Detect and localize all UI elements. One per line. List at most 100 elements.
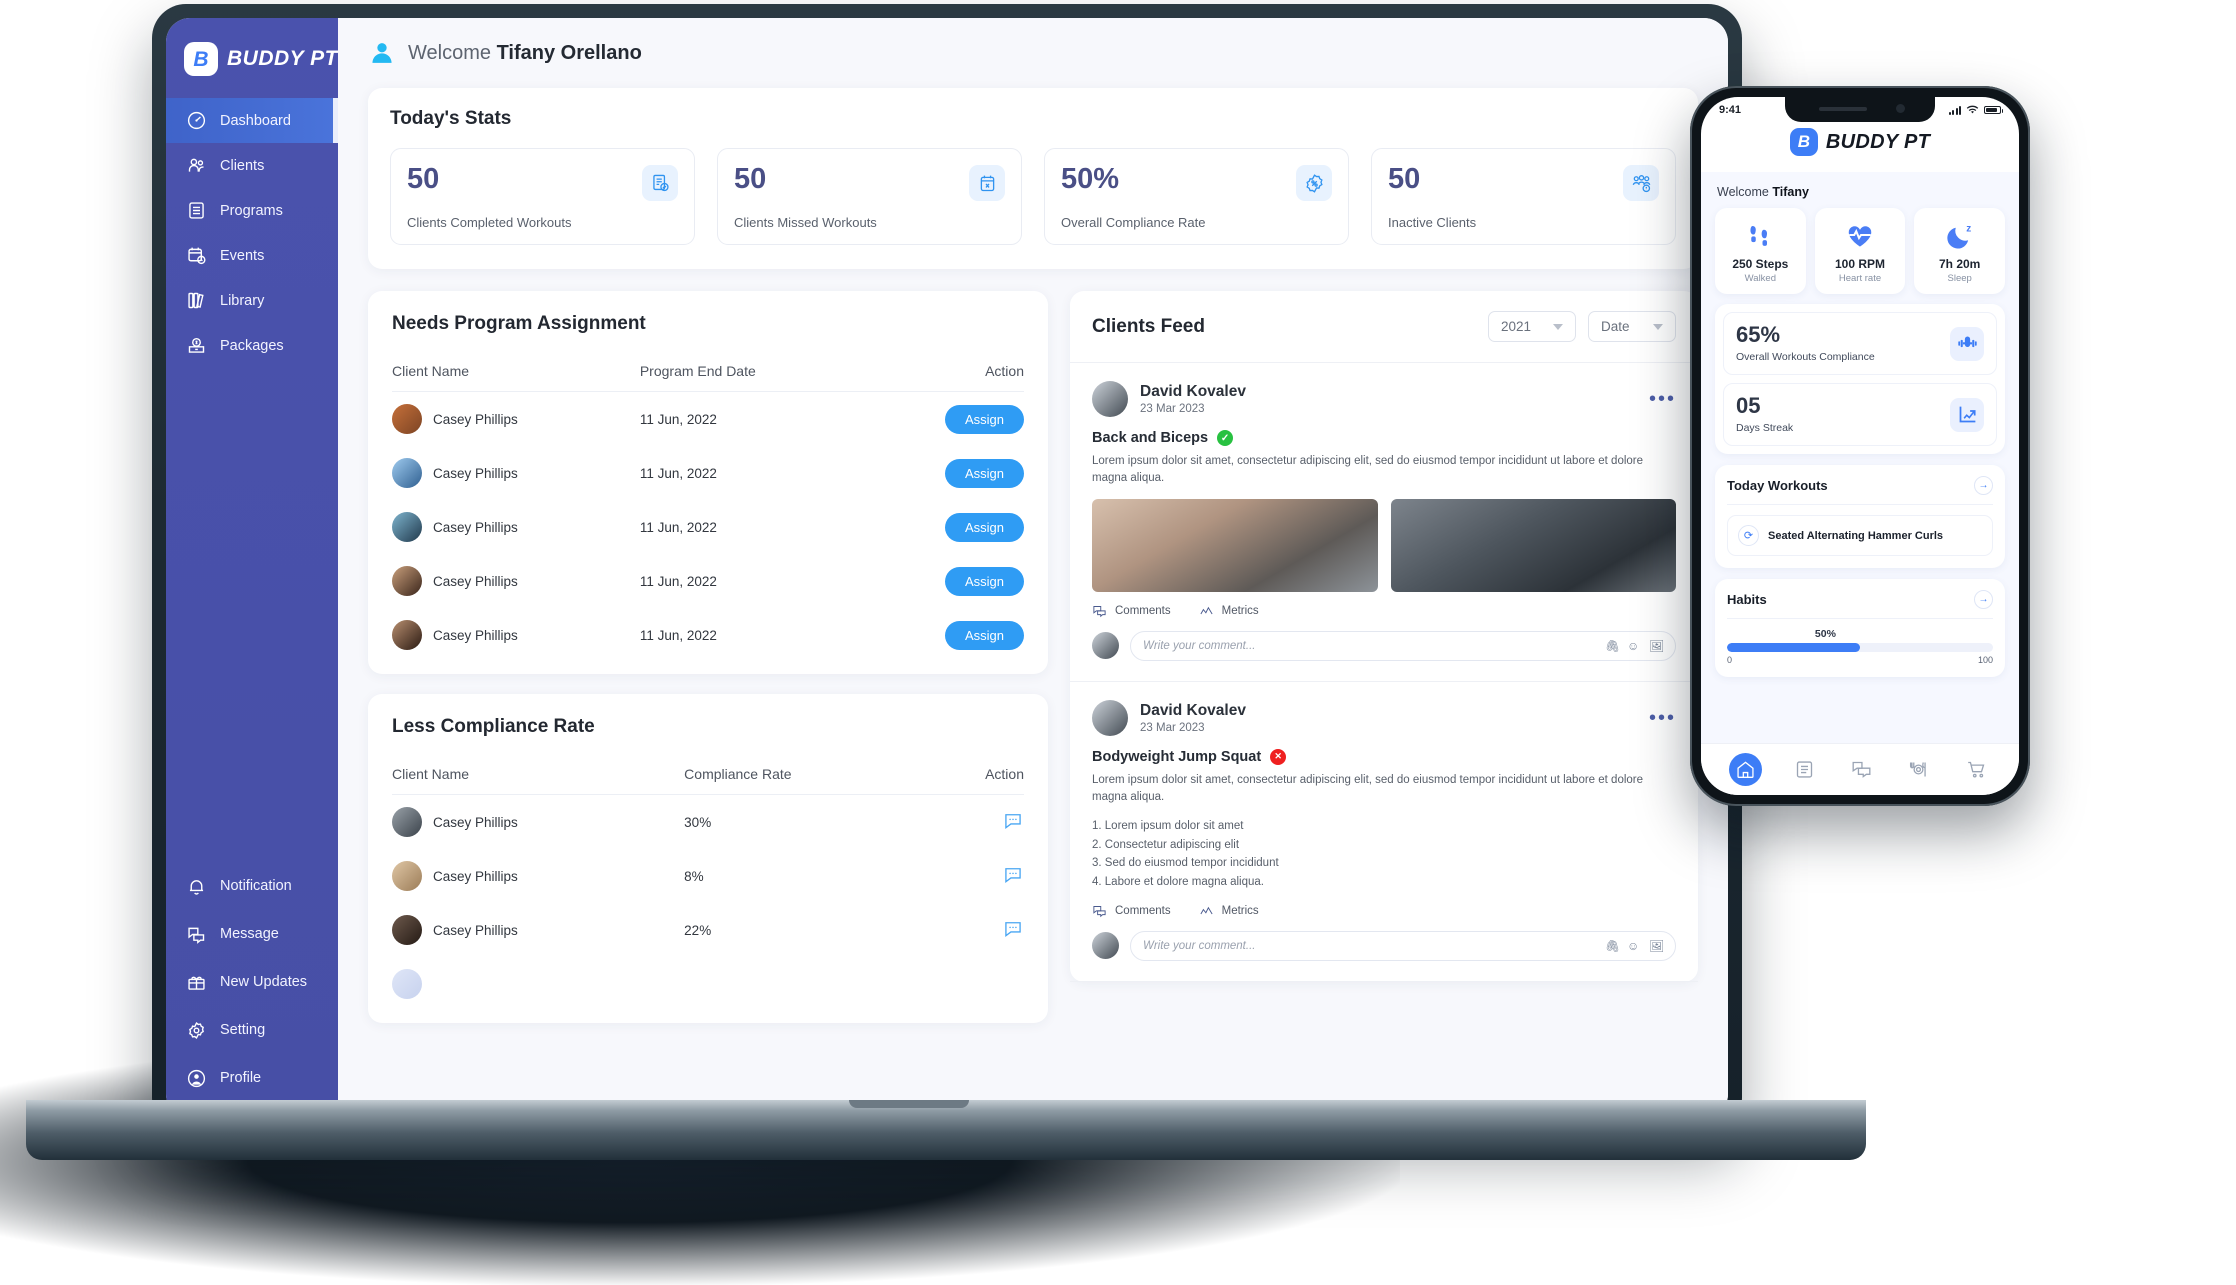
kpi-card-days-streak[interactable]: 05 Days Streak	[1723, 383, 1997, 446]
stat-label: Clients Missed Workouts	[734, 215, 877, 230]
stat-label: Overall Compliance Rate	[1061, 215, 1206, 230]
post-menu-icon[interactable]: •••	[1649, 708, 1676, 728]
laptop-base	[26, 1100, 1866, 1160]
post-body: Lorem ipsum dolor sit amet, consectetur …	[1092, 455, 1644, 485]
year-filter-select[interactable]: 2021	[1488, 311, 1576, 342]
right-column: Clients Feed 2021 Date David Kovalev 23 …	[1070, 291, 1698, 982]
sidebar-item-new-updates[interactable]: New Updates	[166, 958, 338, 1006]
habits-section: Habits → 50% 0 100	[1715, 579, 2005, 677]
chat-icon[interactable]	[1002, 865, 1024, 885]
post-image-bench-press[interactable]	[1390, 498, 1676, 592]
column-action: Action	[933, 756, 1024, 795]
comments-action[interactable]: Comments	[1092, 604, 1171, 619]
assign-button[interactable]: Assign	[944, 404, 1024, 434]
sidebar-item-message[interactable]: Message	[166, 910, 338, 958]
table-row-partial	[392, 957, 1024, 1011]
needs-program-assignment-panel: Needs Program Assignment Client Name Pro…	[368, 291, 1048, 674]
emoji-icon[interactable]: ☺	[1627, 639, 1641, 653]
table-row: Casey Phillips 22%	[392, 903, 1024, 957]
workout-list-item[interactable]: ⟳ Seated Alternating Hammer Curls	[1727, 515, 1993, 556]
sidebar-item-packages[interactable]: Packages	[166, 323, 338, 368]
date-filter-value: Date	[1601, 319, 1630, 334]
phone-screen: 9:41 B BUDDY PT Welcome Tifany 250 Steps…	[1701, 97, 2019, 795]
table-row: Casey Phillips 11 Jun, 2022 Assign	[392, 554, 1024, 608]
checklist-icon	[642, 165, 678, 201]
sidebar-label-dashboard: Dashboard	[220, 112, 291, 129]
sidebar-label-message: Message	[220, 926, 279, 942]
metric-card-heart-rate[interactable]: 100 RPM Heart rate	[1814, 208, 1906, 294]
sidebar-item-dashboard[interactable]: Dashboard	[166, 98, 338, 143]
sidebar-item-setting[interactable]: Setting	[166, 1006, 338, 1054]
sidebar-label-programs: Programs	[220, 202, 283, 219]
nav-cart-icon[interactable]	[1961, 755, 1991, 785]
main-content: Welcome Tifany Orellano Today's Stats 50	[338, 18, 1728, 1118]
post-date: 23 Mar 2023	[1140, 721, 1205, 734]
phone-status-bar: 9:41	[1701, 97, 2019, 116]
sidebar-item-events[interactable]: Events	[166, 233, 338, 278]
arrow-right-icon[interactable]: →	[1974, 476, 1993, 495]
metric-card-steps[interactable]: 250 Steps Walked	[1715, 208, 1806, 294]
comment-composer: Write your comment... 🖇 ☺ 🖼	[1092, 619, 1676, 675]
metrics-label: Metrics	[1221, 605, 1259, 617]
assign-button[interactable]: Assign	[944, 620, 1024, 650]
arrow-right-icon[interactable]: →	[1974, 590, 1993, 609]
chat-icon[interactable]	[1002, 919, 1024, 939]
people-icon	[185, 155, 207, 177]
assign-button[interactable]: Assign	[944, 458, 1024, 488]
comment-input[interactable]: Write your comment... 🖇 ☺ 🖼	[1130, 930, 1676, 961]
post-author: David Kovalev	[1140, 701, 1246, 719]
kpi-card-compliance[interactable]: 65% Overall Workouts Compliance	[1723, 312, 1997, 375]
brand-name: BUDDY PT	[1825, 130, 1931, 153]
attachment-icon[interactable]: 🖇	[1605, 639, 1620, 653]
laptop-screen: B BUDDY PT Dashboard Clients Programs Ev…	[166, 18, 1728, 1118]
post-actions: Comments Metrics	[1092, 904, 1676, 919]
comment-input[interactable]: Write your comment... 🖇 ☺ 🖼	[1130, 630, 1676, 661]
status-time: 9:41	[1719, 104, 1742, 116]
gear-icon	[185, 1019, 207, 1041]
sidebar-item-profile[interactable]: Profile	[166, 1054, 338, 1102]
nav-home-icon[interactable]	[1728, 753, 1762, 786]
comments-action[interactable]: Comments	[1092, 904, 1171, 919]
comments-label: Comments	[1115, 905, 1171, 917]
assign-button[interactable]: Assign	[944, 566, 1024, 596]
sidebar-item-notification[interactable]: Notification	[166, 862, 338, 910]
metrics-action[interactable]: Metrics	[1199, 904, 1259, 919]
phone-welcome-prefix: Welcome	[1717, 185, 1769, 199]
comment-composer: Write your comment... 🖇 ☺ 🖼	[1092, 919, 1676, 975]
kpi-value: 05	[1736, 393, 1761, 418]
today-workouts-section: Today Workouts → ⟳ Seated Alternating Ha…	[1715, 465, 2005, 568]
less-compliance-title: Less Compliance Rate	[392, 716, 595, 737]
stat-value: 50	[734, 163, 767, 195]
program-end-date: 11 Jun, 2022	[639, 411, 717, 427]
bell-icon	[185, 875, 207, 897]
date-filter-select[interactable]: Date	[1588, 311, 1676, 342]
list-item: 1. Lorem ipsum dolor sit amet	[1092, 820, 1244, 832]
user-avatar-icon	[368, 39, 396, 67]
metrics-action[interactable]: Metrics	[1199, 604, 1259, 619]
post-workout-title: Bodyweight Jump Squat	[1092, 748, 1262, 765]
image-icon[interactable]: 🖼	[1649, 639, 1664, 653]
stat-label: Clients Completed Workouts	[407, 215, 572, 230]
sidebar-item-clients[interactable]: Clients	[166, 143, 338, 188]
stat-card-compliance-rate: 50% Overall Compliance Rate	[1044, 148, 1349, 245]
sidebar-item-programs[interactable]: Programs	[166, 188, 338, 233]
chat-icon[interactable]	[1002, 811, 1024, 831]
nav-list-icon[interactable]	[1789, 755, 1819, 785]
metric-card-sleep[interactable]: z 7h 20m Sleep	[1914, 208, 2006, 294]
phone-body: Welcome Tifany 250 Steps Walked 100 RPM …	[1701, 172, 2019, 743]
list-item: 2. Consectetur adipiscing elit	[1092, 838, 1240, 851]
avatar	[392, 861, 422, 891]
attachment-icon[interactable]: 🖇	[1605, 939, 1620, 953]
nav-chat-icon[interactable]	[1846, 755, 1876, 785]
nav-meal-icon[interactable]	[1904, 755, 1934, 785]
post-image-treadmill[interactable]	[1092, 498, 1378, 592]
stat-cards-row: 50 Clients Completed Workouts 50 Clients…	[390, 148, 1676, 245]
emoji-icon[interactable]: ☺	[1627, 939, 1641, 953]
post-menu-icon[interactable]: •••	[1649, 389, 1676, 409]
image-icon[interactable]: 🖼	[1649, 939, 1664, 953]
sidebar-item-library[interactable]: Library	[166, 278, 338, 323]
client-name: Casey Phillips	[433, 868, 518, 884]
stat-card-missed-workouts: 50 Clients Missed Workouts	[717, 148, 1022, 245]
phone-metrics-row: 250 Steps Walked 100 RPM Heart rate z 7h…	[1715, 208, 2006, 294]
assign-button[interactable]: Assign	[944, 512, 1024, 542]
